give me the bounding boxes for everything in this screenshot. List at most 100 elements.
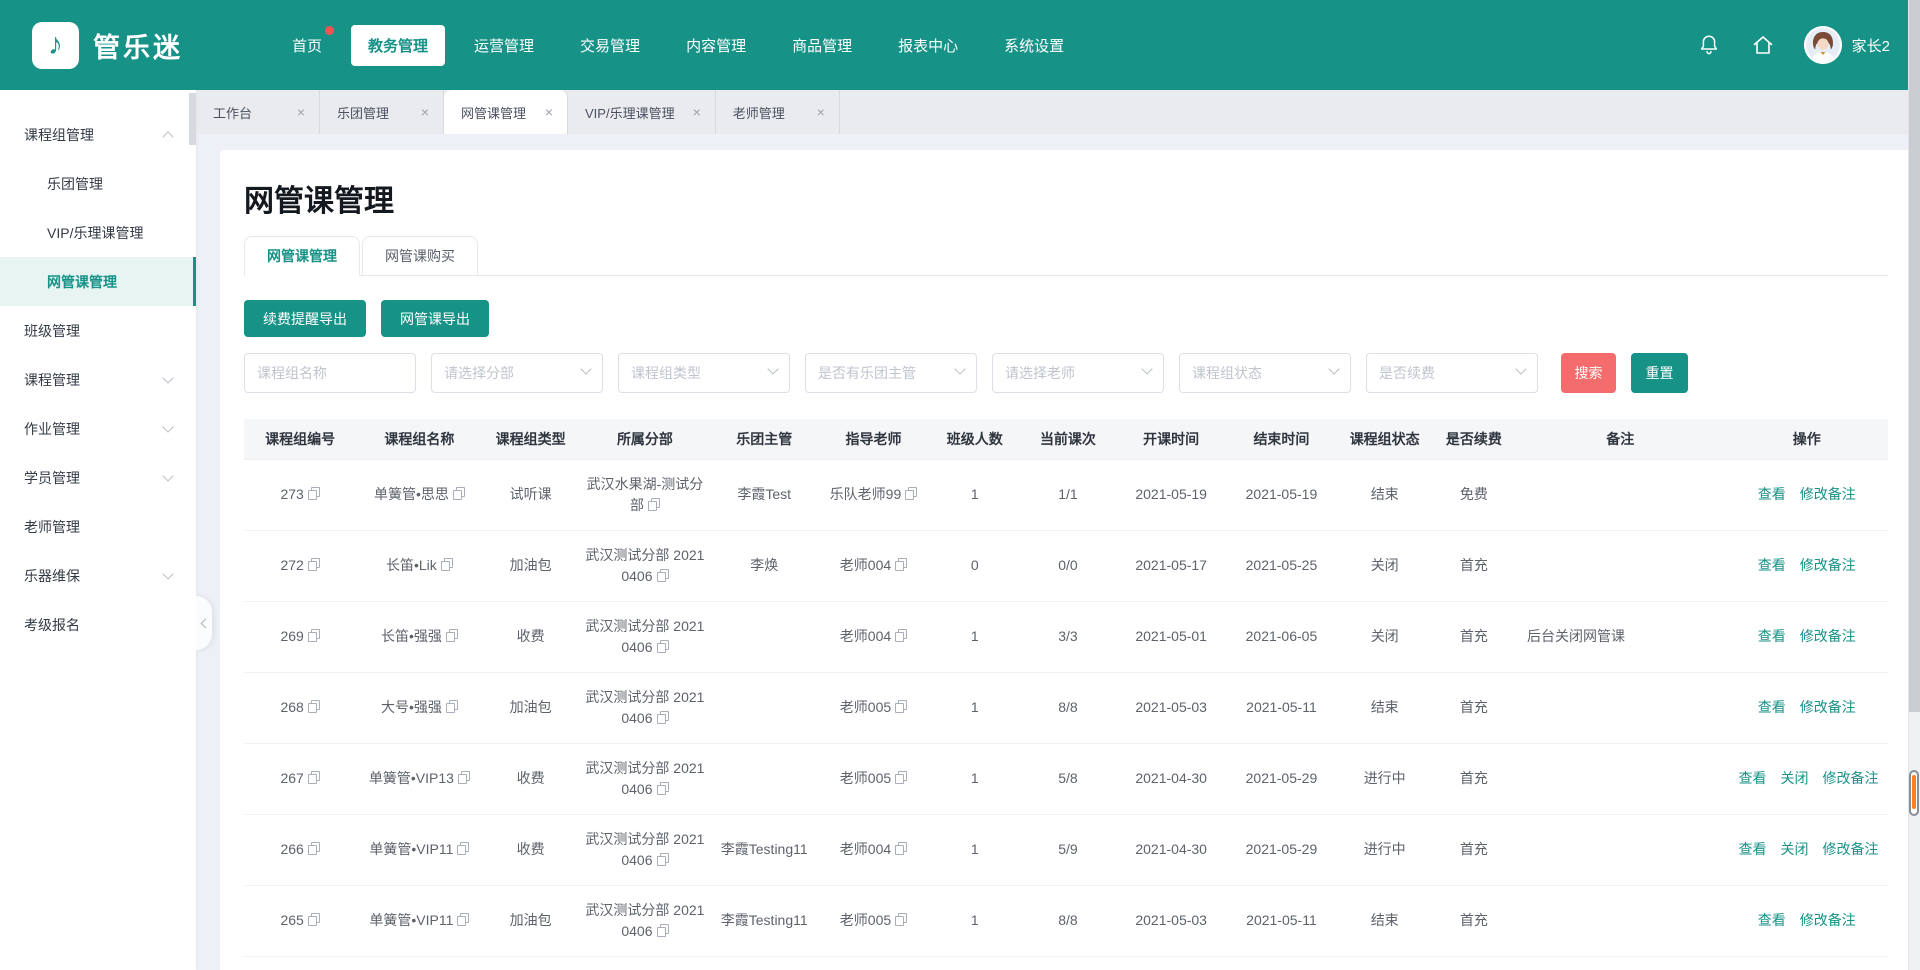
nav-item[interactable]: 报表中心: [881, 25, 975, 66]
copy-icon[interactable]: [895, 558, 907, 571]
copy-icon[interactable]: [657, 711, 669, 724]
copy-icon[interactable]: [308, 629, 320, 642]
filter-input[interactable]: [1179, 353, 1351, 393]
copy-icon[interactable]: [895, 771, 907, 784]
tab[interactable]: 老师管理 ×: [716, 90, 840, 134]
nav-item[interactable]: 内容管理: [669, 25, 763, 66]
copy-icon[interactable]: [657, 924, 669, 937]
filter-input[interactable]: [431, 353, 603, 393]
home-icon[interactable]: [1750, 32, 1776, 58]
action-link[interactable]: 修改备注: [1800, 628, 1856, 644]
sidebar-item[interactable]: 班级管理: [0, 306, 196, 355]
action-link[interactable]: 查看: [1758, 557, 1786, 573]
search-button[interactable]: 搜索: [1561, 353, 1616, 393]
sidebar-item[interactable]: VIP/乐理课管理: [0, 208, 196, 257]
copy-icon[interactable]: [458, 771, 470, 784]
reset-button[interactable]: 重置: [1631, 353, 1688, 393]
tab[interactable]: 工作台 ×: [196, 90, 320, 134]
copy-icon[interactable]: [895, 842, 907, 855]
nav-item[interactable]: 教务管理: [351, 25, 445, 66]
copy-icon[interactable]: [905, 487, 917, 500]
copy-icon[interactable]: [657, 640, 669, 653]
sidebar-collapse-handle[interactable]: [196, 595, 213, 651]
current-lesson-cell: 1/1: [1020, 459, 1116, 530]
copy-icon[interactable]: [895, 913, 907, 926]
close-icon[interactable]: ×: [799, 104, 825, 120]
sidebar-item[interactable]: 老师管理: [0, 502, 196, 551]
sidebar-item[interactable]: 课程管理: [0, 355, 196, 404]
action-link[interactable]: 查看: [1758, 912, 1786, 928]
action-link[interactable]: 修改备注: [1822, 770, 1878, 786]
tab[interactable]: VIP/乐理课管理 ×: [568, 90, 716, 134]
tab[interactable]: 网管课管理 ×: [444, 90, 568, 134]
copy-icon[interactable]: [446, 700, 458, 713]
close-icon[interactable]: ×: [403, 104, 429, 120]
nav-item[interactable]: 商品管理: [775, 25, 869, 66]
close-icon[interactable]: ×: [279, 104, 305, 120]
close-icon[interactable]: ×: [527, 104, 553, 120]
copy-icon[interactable]: [308, 558, 320, 571]
filter-input[interactable]: [805, 353, 977, 393]
action-link[interactable]: 修改备注: [1800, 557, 1856, 573]
avatar[interactable]: [1804, 26, 1842, 64]
action-link[interactable]: 关闭: [1780, 841, 1808, 857]
action-link[interactable]: 查看: [1758, 699, 1786, 715]
scrollbar-thumb[interactable]: [1909, 0, 1920, 712]
filter-input[interactable]: [992, 353, 1164, 393]
sidebar-item[interactable]: 乐团管理: [0, 159, 196, 208]
action-link[interactable]: 查看: [1758, 486, 1786, 502]
action-link[interactable]: 修改备注: [1800, 486, 1856, 502]
filter-input[interactable]: [618, 353, 790, 393]
copy-icon[interactable]: [657, 569, 669, 582]
copy-icon[interactable]: [308, 842, 320, 855]
copy-icon[interactable]: [308, 700, 320, 713]
copy-icon[interactable]: [457, 842, 469, 855]
action-link[interactable]: 修改备注: [1822, 841, 1878, 857]
copy-icon[interactable]: [453, 487, 465, 500]
copy-icon[interactable]: [895, 700, 907, 713]
sidebar-item[interactable]: 课程组管理: [0, 110, 196, 159]
user-name[interactable]: 家长2: [1852, 35, 1890, 56]
copy-icon[interactable]: [657, 853, 669, 866]
action-link[interactable]: 修改备注: [1800, 912, 1856, 928]
copy-icon[interactable]: [308, 771, 320, 784]
nav-item[interactable]: 交易管理: [563, 25, 657, 66]
filter-field: [244, 353, 416, 393]
action-link[interactable]: 修改备注: [1800, 699, 1856, 715]
scroll-indicator[interactable]: [1909, 770, 1919, 816]
action-link[interactable]: 查看: [1738, 770, 1766, 786]
sidebar-scrollbar-thumb[interactable]: [189, 93, 196, 145]
copy-icon[interactable]: [308, 913, 320, 926]
sidebar-item[interactable]: 网管课管理: [0, 257, 196, 306]
remark-cell: [1515, 814, 1726, 885]
action-link[interactable]: 查看: [1758, 628, 1786, 644]
remark-cell: [1515, 530, 1726, 601]
copy-icon[interactable]: [446, 629, 458, 642]
copy-icon[interactable]: [657, 782, 669, 795]
filter-input[interactable]: [244, 353, 416, 393]
card-tab[interactable]: 网管课购买: [362, 236, 478, 276]
user-menu[interactable]: 家长2: [1804, 26, 1890, 64]
card-tab[interactable]: 网管课管理: [244, 236, 360, 276]
nav-item[interactable]: 运营管理: [457, 25, 551, 66]
bell-icon[interactable]: [1696, 32, 1722, 58]
sidebar-item[interactable]: 乐器维保: [0, 551, 196, 600]
copy-icon[interactable]: [308, 487, 320, 500]
copy-icon[interactable]: [895, 629, 907, 642]
sidebar-item[interactable]: 考级报名: [0, 600, 196, 649]
sidebar-item[interactable]: 作业管理: [0, 404, 196, 453]
export-button[interactable]: 网管课导出: [381, 300, 489, 337]
scrollbar-track[interactable]: [1908, 0, 1920, 970]
copy-icon[interactable]: [441, 558, 453, 571]
tab[interactable]: 乐团管理 ×: [320, 90, 444, 134]
close-icon[interactable]: ×: [675, 104, 701, 120]
nav-item[interactable]: 首页: [275, 25, 339, 66]
copy-icon[interactable]: [457, 913, 469, 926]
action-link[interactable]: 关闭: [1780, 770, 1808, 786]
action-link[interactable]: 查看: [1738, 841, 1766, 857]
filter-input[interactable]: [1366, 353, 1538, 393]
sidebar-item[interactable]: 学员管理: [0, 453, 196, 502]
copy-icon[interactable]: [648, 498, 660, 511]
nav-item[interactable]: 系统设置: [987, 25, 1081, 66]
export-button[interactable]: 续费提醒导出: [244, 300, 366, 337]
